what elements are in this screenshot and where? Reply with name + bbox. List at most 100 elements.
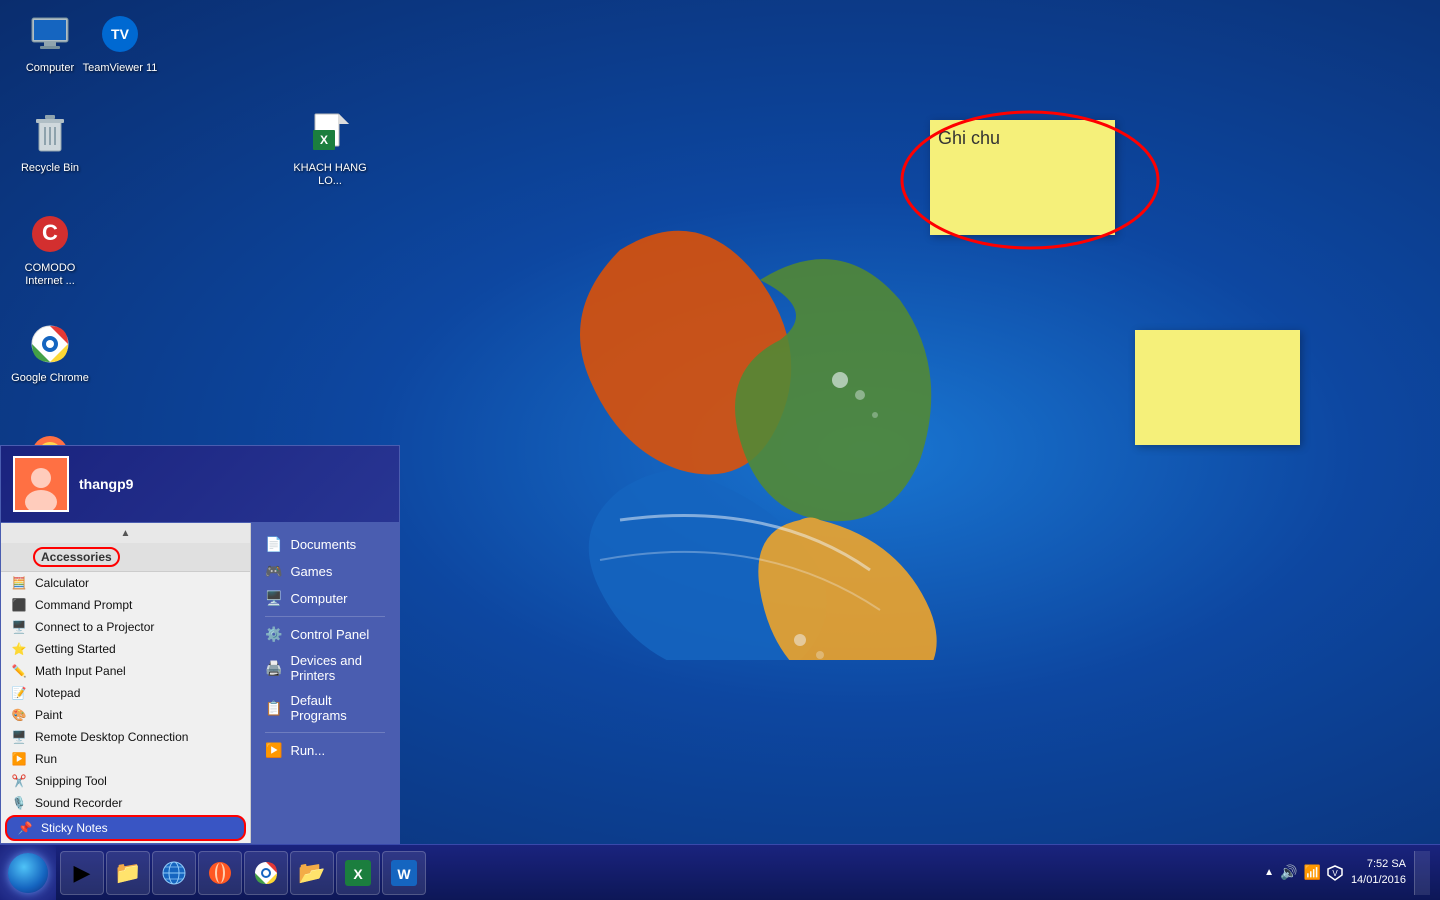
- sticky-note-1[interactable]: Ghi chu: [930, 120, 1115, 235]
- user-name: thangp9: [79, 476, 133, 492]
- chrome-label: Google Chrome: [11, 372, 89, 385]
- windows-orb-icon: [8, 853, 48, 893]
- windows-security-icon: V: [1327, 865, 1343, 881]
- remote-desktop-icon: 🖥️: [11, 729, 27, 745]
- menu-item-paint[interactable]: 🎨 Paint: [1, 704, 250, 726]
- run-r-icon: ▶️: [265, 742, 282, 759]
- games-icon: 🎮: [265, 563, 282, 580]
- getting-started-icon: ⭐: [11, 641, 27, 657]
- menu-item-sound-recorder[interactable]: 🎙️ Sound Recorder: [1, 792, 250, 814]
- sticky-notes-icon: 📌: [17, 820, 33, 836]
- menu-scroll-up[interactable]: ▲: [1, 523, 250, 543]
- right-item-games[interactable]: 🎮 Games: [251, 558, 399, 585]
- menu-item-connect-projector[interactable]: 🖥️ Connect to a Projector: [1, 616, 250, 638]
- opera-icon: [207, 860, 233, 886]
- svg-text:W: W: [397, 866, 411, 882]
- menu-item-math-input[interactable]: ✏️ Math Input Panel: [1, 660, 250, 682]
- taskbar-excel[interactable]: X: [336, 851, 380, 895]
- svg-text:TV: TV: [111, 26, 130, 42]
- menu-item-getting-started[interactable]: ⭐ Getting Started: [1, 638, 250, 660]
- calculator-icon: 🧮: [11, 575, 27, 591]
- desktop-icon-computer[interactable]: Computer: [10, 10, 90, 75]
- teamviewer-label: TeamViewer 11: [83, 62, 158, 75]
- media-player-icon: ▶: [68, 859, 96, 887]
- user-avatar: [13, 456, 69, 512]
- svg-text:C: C: [42, 220, 58, 245]
- menu-item-calculator[interactable]: 🧮 Calculator: [1, 572, 250, 594]
- menu-item-sync-center[interactable]: 🔄 Sync Center: [1, 842, 250, 843]
- taskbar-media-player[interactable]: ▶: [60, 851, 104, 895]
- taskbar-windows-explorer[interactable]: 📁: [106, 851, 150, 895]
- systray-arrow[interactable]: ▲: [1264, 867, 1274, 878]
- command-prompt-icon: ⬛: [11, 597, 27, 613]
- right-divider: [265, 616, 385, 617]
- right-item-computer[interactable]: 🖥️ Computer: [251, 585, 399, 612]
- desktop: Computer TV TeamViewer 11 Recycle Bin X …: [0, 0, 1440, 900]
- windows-explorer-taskbar-icon: 📁: [114, 859, 142, 887]
- right-item-run[interactable]: ▶️ Run...: [251, 737, 399, 764]
- recycle-bin-label: Recycle Bin: [21, 162, 79, 175]
- menu-item-run[interactable]: ▶️ Run: [1, 748, 250, 770]
- comodo-label: COMODO Internet ...: [10, 262, 90, 288]
- sticky-note-1-text: Ghi chu: [938, 128, 1000, 148]
- svg-text:X: X: [353, 866, 363, 882]
- control-panel-icon: ⚙️: [265, 626, 282, 643]
- start-menu-header: thangp9: [1, 446, 399, 523]
- taskbar-chrome[interactable]: [244, 851, 288, 895]
- ie-icon: [161, 860, 187, 886]
- desktop-icon-chrome[interactable]: Google Chrome: [10, 320, 90, 385]
- right-item-devices[interactable]: 🖨️ Devices and Printers: [251, 648, 399, 688]
- windows-logo: [420, 220, 940, 660]
- comodo-icon: C: [26, 210, 74, 258]
- desktop-icon-comodo[interactable]: C COMODO Internet ...: [10, 210, 90, 288]
- start-menu: thangp9 ▲ Accessories 🧮 Calculator ⬛: [0, 445, 400, 844]
- menu-left-panel: ▲ Accessories 🧮 Calculator ⬛ Command Pro…: [1, 523, 251, 843]
- computer-icon: [26, 10, 74, 58]
- computer-r-icon: 🖥️: [265, 590, 282, 607]
- menu-item-command-prompt[interactable]: ⬛ Command Prompt: [1, 594, 250, 616]
- sound-recorder-icon: 🎙️: [11, 795, 27, 811]
- documents-icon: 📄: [265, 536, 282, 553]
- clock-date: 14/01/2016: [1351, 873, 1406, 888]
- svg-text:X: X: [320, 133, 328, 147]
- taskbar-word[interactable]: W: [382, 851, 426, 895]
- projector-icon: 🖥️: [11, 619, 27, 635]
- start-button[interactable]: [0, 845, 56, 900]
- run-icon: ▶️: [11, 751, 27, 767]
- clock-area: 7:52 SA 14/01/2016: [1351, 857, 1406, 888]
- math-input-icon: ✏️: [11, 663, 27, 679]
- desktop-icon-khach-hang[interactable]: X KHACH HANG LO...: [290, 110, 370, 188]
- right-item-control-panel[interactable]: ⚙️ Control Panel: [251, 621, 399, 648]
- excel-file-icon: X: [306, 110, 354, 158]
- menu-right-panel: 📄 Documents 🎮 Games 🖥️ Computer ⚙️ Contr…: [251, 523, 399, 843]
- default-programs-icon: 📋: [265, 700, 282, 717]
- word-taskbar-icon: W: [391, 860, 417, 886]
- right-item-documents[interactable]: 📄 Documents: [251, 531, 399, 558]
- desktop-icon-teamviewer[interactable]: TV TeamViewer 11: [80, 10, 160, 75]
- menu-item-notepad[interactable]: 📝 Notepad: [1, 682, 250, 704]
- taskbar-ie[interactable]: [152, 851, 196, 895]
- desktop-icon-recycle-bin[interactable]: Recycle Bin: [10, 110, 90, 175]
- show-desktop-button[interactable]: [1414, 851, 1430, 895]
- menu-item-remote-desktop[interactable]: 🖥️ Remote Desktop Connection: [1, 726, 250, 748]
- sticky-note-2[interactable]: [1135, 330, 1300, 445]
- right-item-default-programs[interactable]: 📋 Default Programs: [251, 688, 399, 728]
- notepad-icon: 📝: [11, 685, 27, 701]
- accessories-label: Accessories: [33, 547, 120, 567]
- taskbar-right: ▲ 🔊 📶 V 7:52 SA 14/01/2016: [1254, 851, 1440, 895]
- taskbar-file-manager[interactable]: 📂: [290, 851, 334, 895]
- chrome-icon: [26, 320, 74, 368]
- recycle-bin-icon: [26, 110, 74, 158]
- svg-text:V: V: [1332, 869, 1338, 878]
- menu-item-snipping-tool[interactable]: ✂️ Snipping Tool: [1, 770, 250, 792]
- taskbar: ▶ 📁 📂 X W: [0, 844, 1440, 900]
- file-manager-icon: 📂: [298, 859, 326, 887]
- devices-icon: 🖨️: [265, 660, 282, 677]
- menu-item-sticky-notes[interactable]: 📌 Sticky Notes: [5, 815, 246, 841]
- right-divider-2: [265, 732, 385, 733]
- accessories-header: Accessories: [1, 543, 250, 572]
- chrome-taskbar-icon: [253, 860, 279, 886]
- taskbar-opera[interactable]: [198, 851, 242, 895]
- volume-icon: 🔊: [1280, 864, 1297, 881]
- start-menu-body: ▲ Accessories 🧮 Calculator ⬛ Command Pro…: [1, 523, 399, 843]
